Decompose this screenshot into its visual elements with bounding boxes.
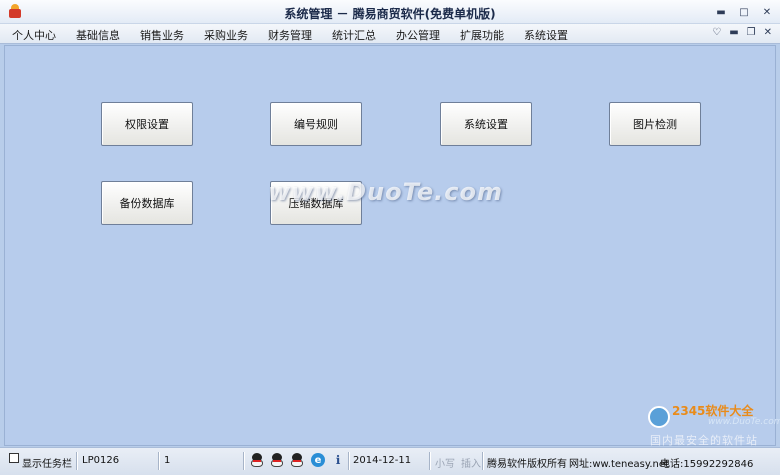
- watermark-slogan: 国内最安全的软件站: [650, 434, 758, 447]
- status-count: 1: [164, 455, 171, 466]
- mdi-close-icon[interactable]: ✕: [764, 27, 772, 38]
- mascot-icon: [648, 406, 670, 428]
- website-text: 网址:ww.teneasy.net: [569, 459, 669, 470]
- mdi-controls: ♡ ▬ ❐ ✕: [712, 27, 772, 38]
- image-check-button[interactable]: 图片检测: [609, 102, 701, 146]
- menu-bar: 个人中心 基础信息 销售业务 采购业务 财务管理 统计汇总 办公管理 扩展功能 …: [0, 24, 780, 44]
- menu-finance[interactable]: 财务管理: [268, 27, 312, 43]
- workspace: 权限设置 编号规则 系统设置 图片检测 备份数据库 压缩数据库: [4, 45, 776, 446]
- status-date: 2014-12-11: [353, 455, 412, 466]
- menu-basic-info[interactable]: 基础信息: [76, 27, 120, 43]
- backup-database-button[interactable]: 备份数据库: [101, 181, 193, 225]
- menu-office[interactable]: 办公管理: [396, 27, 440, 43]
- numbering-rules-button[interactable]: 编号规则: [270, 102, 362, 146]
- menu-personal-center[interactable]: 个人中心: [12, 27, 56, 43]
- caps-indicator: 小写: [435, 459, 455, 470]
- status-bar: 显示任务栏 LP0126 1 e ℹ 2014-12-11 小写 插入 腾易软件…: [0, 447, 780, 475]
- minimize-icon[interactable]: ▬: [714, 5, 728, 19]
- permission-settings-button[interactable]: 权限设置: [101, 102, 193, 146]
- qq-icon[interactable]: [290, 453, 304, 468]
- menu-statistics[interactable]: 统计汇总: [332, 27, 376, 43]
- menu-sales[interactable]: 销售业务: [140, 27, 184, 43]
- show-taskbar-checkbox[interactable]: [9, 453, 19, 463]
- browser-icon[interactable]: e: [311, 453, 325, 467]
- show-taskbar-label: 显示任务栏: [22, 459, 72, 470]
- menu-extensions[interactable]: 扩展功能: [460, 27, 504, 43]
- insert-indicator: 插入: [461, 459, 481, 470]
- close-icon[interactable]: ✕: [760, 5, 774, 19]
- window-controls: ▬ □ ✕: [714, 5, 774, 19]
- chevron-down-icon[interactable]: ♡: [712, 27, 721, 38]
- system-settings-button[interactable]: 系统设置: [440, 102, 532, 146]
- maximize-icon[interactable]: □: [737, 5, 751, 19]
- watermark-text: www.DuoTe.com: [268, 178, 503, 206]
- copyright-text: 腾易软件版权所有: [487, 459, 567, 470]
- watermark-url: www.DuoTe.com: [708, 417, 780, 427]
- mdi-minimize-icon[interactable]: ▬: [729, 27, 738, 38]
- window-title: 系统管理 － 腾易商贸软件(免费单机版): [284, 7, 496, 21]
- watermark-logo: 2345软件大全 www.DuoTe.com 国内最安全的软件站: [648, 402, 780, 447]
- menu-system-settings[interactable]: 系统设置: [524, 27, 568, 43]
- qq-icon[interactable]: [270, 453, 284, 468]
- menu-purchase[interactable]: 采购业务: [204, 27, 248, 43]
- status-code: LP0126: [82, 455, 120, 466]
- qq-icon[interactable]: [250, 453, 264, 468]
- phone-text: 电话:15992292846: [660, 459, 754, 470]
- info-icon[interactable]: ℹ: [333, 453, 343, 467]
- title-bar: 系统管理 － 腾易商贸软件(免费单机版) ▬ □ ✕: [0, 0, 780, 24]
- mdi-restore-icon[interactable]: ❐: [747, 27, 756, 38]
